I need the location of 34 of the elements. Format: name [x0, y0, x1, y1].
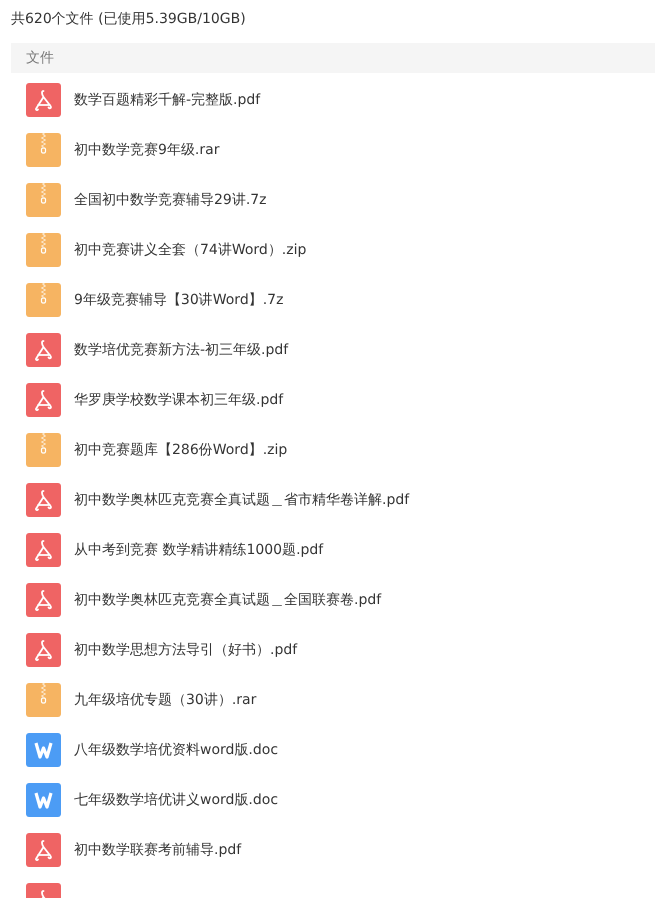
archive-icon [26, 183, 61, 217]
archive-icon [26, 283, 61, 317]
pdf-icon [26, 833, 61, 867]
file-name[interactable]: 初中竞赛题库【286份Word】.zip [74, 441, 288, 459]
word-icon [26, 733, 61, 767]
file-name[interactable]: 初中数学思想方法导引（好书）.pdf [74, 641, 298, 659]
file-name[interactable]: 初中数学联赛考前辅导.pdf [74, 841, 242, 859]
file-count-summary: 共620个文件 (已使用5.39GB/10GB) [11, 10, 246, 29]
file-name[interactable]: 八年级数学培优资料word版.doc [74, 741, 278, 759]
file-name[interactable]: 从中考到竞赛 数学精讲精练1000题.pdf [74, 541, 324, 559]
file-name[interactable]: 初中数学奥林匹克竞赛全真试题＿全国联赛卷.pdf [74, 591, 382, 609]
archive-icon [26, 233, 61, 267]
word-icon [26, 783, 61, 817]
file-name[interactable]: 初中竞赛讲义全套（74讲Word）.zip [74, 241, 306, 259]
column-header: 文件 [26, 49, 54, 67]
archive-icon [26, 133, 61, 167]
file-name[interactable]: 9年级竞赛辅导【30讲Word】.7z [74, 291, 284, 309]
pdf-icon [26, 383, 61, 417]
file-name[interactable]: 全国初中数学竞赛辅导29讲.7z [74, 191, 267, 209]
pdf-icon [26, 483, 61, 517]
archive-icon [26, 683, 61, 717]
file-name[interactable]: 数学培优竞赛新方法-初三年级.pdf [74, 341, 288, 359]
file-name[interactable]: 初中数学奥林匹克竞赛全真试题＿省市精华卷详解.pdf [74, 491, 410, 509]
archive-icon [26, 433, 61, 467]
file-name[interactable]: 数学百题精彩千解-完整版.pdf [74, 91, 260, 109]
pdf-icon [26, 633, 61, 667]
file-name[interactable]: 初中数学竞赛9年级.rar [74, 141, 220, 159]
file-name[interactable]: 华罗庚学校数学课本初三年级.pdf [74, 391, 284, 409]
pdf-icon [26, 83, 61, 117]
pdf-icon [26, 533, 61, 567]
file-name[interactable]: 九年级培优专题（30讲）.rar [74, 691, 256, 709]
pdf-icon [26, 333, 61, 367]
pdf-icon [26, 583, 61, 617]
file-name[interactable]: 七年级数学培优讲义word版.doc [74, 791, 278, 809]
